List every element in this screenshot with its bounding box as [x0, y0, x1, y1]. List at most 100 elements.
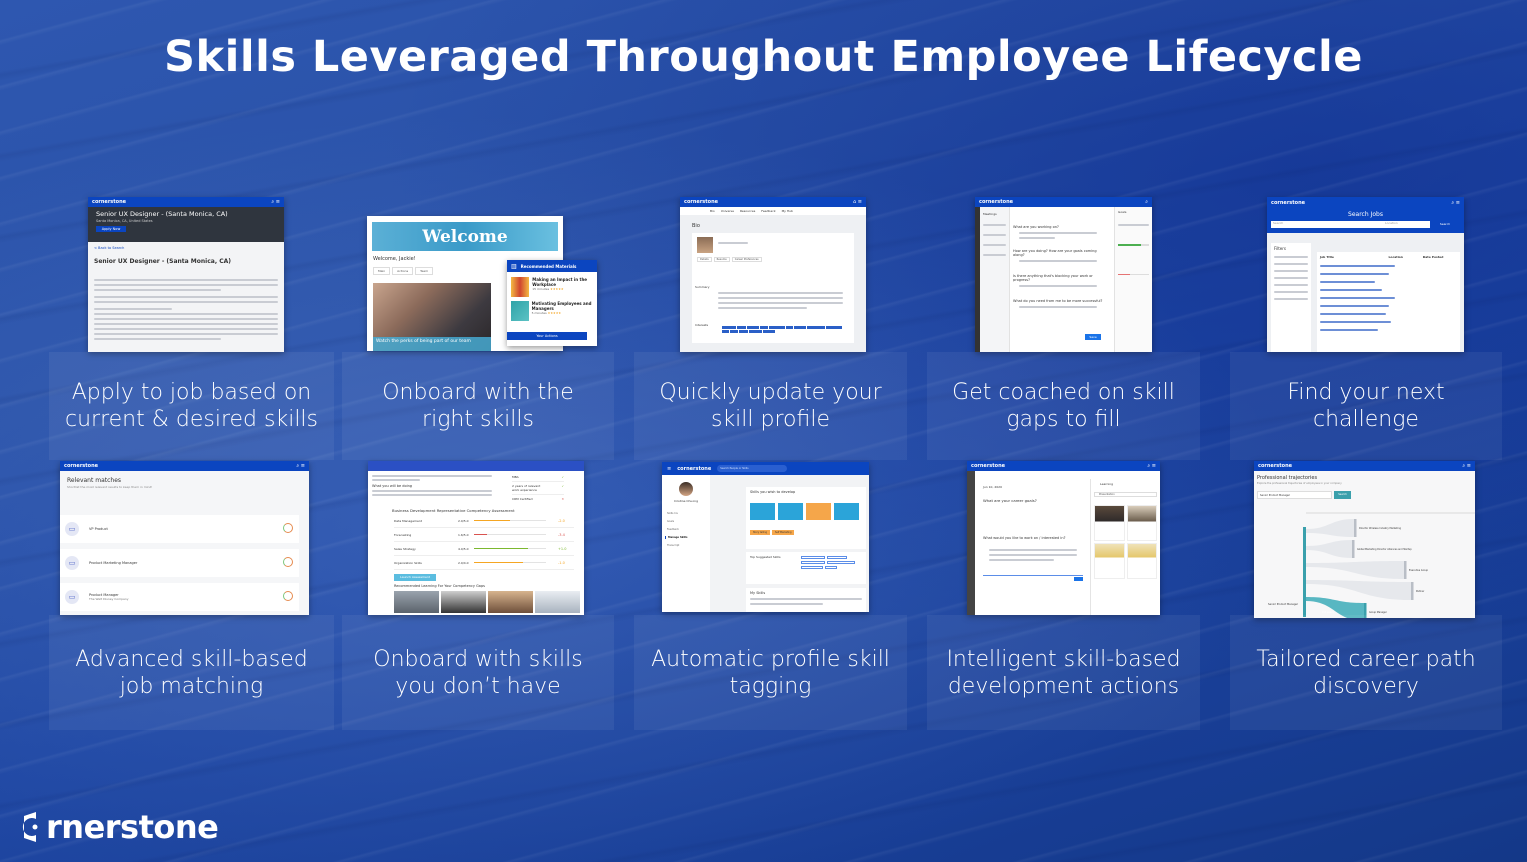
- tag[interactable]: [760, 326, 768, 329]
- search-icon[interactable]: ⌕: [1145, 199, 1148, 205]
- nav-item[interactable]: Goals: [667, 520, 710, 523]
- tag[interactable]: [730, 330, 738, 333]
- learning-card[interactable]: [488, 591, 533, 613]
- tab-resume[interactable]: Resume: [713, 257, 730, 262]
- role-search-input[interactable]: Senior Product Manager: [1257, 491, 1332, 499]
- tab-team[interactable]: Team: [415, 267, 434, 275]
- tag[interactable]: [807, 326, 825, 329]
- course-card[interactable]: [1094, 505, 1125, 541]
- skill-card[interactable]: [778, 503, 803, 520]
- nav-item-active[interactable]: Manage Skills: [665, 536, 710, 539]
- caption-card-tagging: Automatic profile skill tagging: [634, 615, 907, 730]
- nav-item[interactable]: Bio: [710, 209, 715, 213]
- menu-icon[interactable]: ⌕ ≡: [271, 199, 280, 205]
- tag[interactable]: [794, 326, 806, 329]
- location-input[interactable]: Location: [1385, 221, 1430, 228]
- app-header: cornerstone ⌕: [975, 197, 1152, 207]
- back-link[interactable]: < Back to Search: [94, 246, 278, 250]
- skill-chip[interactable]: Story telling: [750, 530, 770, 535]
- menu-icon[interactable]: ⌕ ≡: [1462, 463, 1471, 469]
- destination-label: Global Marketing Director Alliances and …: [1357, 548, 1412, 551]
- tag[interactable]: [737, 326, 746, 329]
- home-icon[interactable]: ⌂ ≡: [853, 199, 862, 205]
- hamburger-icon[interactable]: ≡: [667, 466, 671, 472]
- suggested-chip[interactable]: [801, 566, 823, 569]
- skill-card[interactable]: [750, 503, 775, 520]
- learning-search-input[interactable]: Presentation: [1094, 492, 1157, 497]
- launch-assessment-button[interactable]: Launch Assessment: [394, 574, 436, 581]
- match-card[interactable]: ▭ VP Product: [60, 515, 299, 543]
- tag[interactable]: [826, 326, 842, 329]
- caption-challenge: Find your next challenge: [1279, 379, 1452, 433]
- match-card[interactable]: ▭ Product Marketing Manager: [60, 549, 299, 577]
- skill-card[interactable]: [806, 503, 831, 520]
- app-header: cornerstone ⌕ ≡: [967, 461, 1160, 471]
- search-button[interactable]: Search: [1430, 221, 1460, 228]
- tag[interactable]: [722, 326, 736, 329]
- question: What are you working on?: [1013, 225, 1059, 229]
- meeting-date: Jun 10, 2020: [983, 485, 1003, 489]
- skill-card[interactable]: [834, 503, 859, 520]
- learning-card[interactable]: [441, 591, 486, 613]
- match-card[interactable]: ▭ Product Manager The Walt Disney Compan…: [60, 583, 299, 611]
- caption-line: Find your next: [1287, 380, 1445, 405]
- suggested-chip[interactable]: [801, 561, 825, 564]
- toolbar: [983, 575, 1083, 580]
- column-header[interactable]: Date Posted: [1423, 255, 1457, 259]
- competency-bar-track: [474, 561, 546, 564]
- screenshot-career-trajectories: cornerstone ⌕ ≡ Professional trajectorie…: [1254, 461, 1475, 618]
- briefcase-icon: ▭: [65, 556, 79, 570]
- tag[interactable]: [769, 326, 785, 329]
- tab-main[interactable]: Main: [373, 267, 391, 275]
- nav-item[interactable]: Universe: [721, 209, 734, 213]
- tag[interactable]: [763, 330, 775, 333]
- tag[interactable]: [747, 326, 759, 329]
- tag[interactable]: [722, 330, 729, 333]
- nav-item[interactable]: Transcript: [667, 544, 710, 547]
- skill-chip[interactable]: Self Marketing: [771, 530, 795, 535]
- material-item[interactable]: Making an Impact in the Workplace 15 min…: [507, 272, 597, 299]
- course-card[interactable]: [1126, 505, 1157, 541]
- learning-card[interactable]: [394, 591, 439, 613]
- my-skills-panel: My Skills: [746, 588, 866, 612]
- material-item[interactable]: Motivating Employees and Managers 5 minu…: [507, 299, 597, 323]
- search-icon[interactable]: ⌕ ≡: [296, 463, 305, 469]
- apply-now-button[interactable]: Apply Now: [96, 226, 126, 232]
- nav-item[interactable]: Skills Inv: [667, 512, 710, 515]
- tag[interactable]: [786, 326, 793, 329]
- tab-actions[interactable]: Actions: [392, 267, 414, 275]
- destination-node: [1404, 561, 1407, 579]
- nav-item[interactable]: My Hub: [782, 209, 793, 213]
- nav-item[interactable]: Feedback: [761, 209, 775, 213]
- suggested-chip[interactable]: [801, 556, 825, 559]
- post-button[interactable]: [1074, 577, 1083, 581]
- nav-item[interactable]: Feedback: [667, 528, 710, 531]
- suggested-chip[interactable]: [827, 556, 847, 559]
- competency-bar-track: [474, 519, 546, 522]
- tag[interactable]: [739, 330, 748, 333]
- people-search-input[interactable]: Search People or Skills: [717, 465, 788, 472]
- competency-name: Forecasting: [394, 532, 412, 537]
- tab-career-preferences[interactable]: Career Preferences: [731, 257, 762, 262]
- search-icon[interactable]: ⌕ ≡: [1147, 463, 1156, 469]
- course-card[interactable]: [1126, 543, 1157, 579]
- search-input[interactable]: Search: [1271, 221, 1385, 228]
- learning-card[interactable]: [535, 591, 580, 613]
- save-button[interactable]: Save: [1085, 334, 1101, 340]
- competency-row: Data Management 2.0/5.0 -2.0: [394, 514, 574, 528]
- course-card[interactable]: [1094, 543, 1125, 579]
- tab-details[interactable]: Details: [697, 257, 712, 262]
- tag[interactable]: [749, 330, 762, 333]
- nav-item[interactable]: Resources: [740, 209, 755, 213]
- column-header[interactable]: Job Title: [1320, 255, 1389, 259]
- origin-label: Senior Product Manager: [1268, 602, 1299, 606]
- question: What would you like to work on / interes…: [983, 536, 1066, 540]
- suggested-chip[interactable]: [825, 566, 837, 569]
- search-button[interactable]: Search: [1334, 491, 1351, 499]
- suggested-chip[interactable]: [827, 561, 855, 564]
- learning-panel: Learning Presentation: [1090, 479, 1160, 615]
- video-thumbnail[interactable]: Watch the perks of being part of our tea…: [373, 283, 491, 351]
- column-header[interactable]: Location: [1389, 255, 1423, 259]
- menu-icon[interactable]: ⌕ ≡: [1451, 200, 1460, 206]
- recommended-materials-panel: ▥ Recommended Materials Making an Impact…: [507, 260, 597, 346]
